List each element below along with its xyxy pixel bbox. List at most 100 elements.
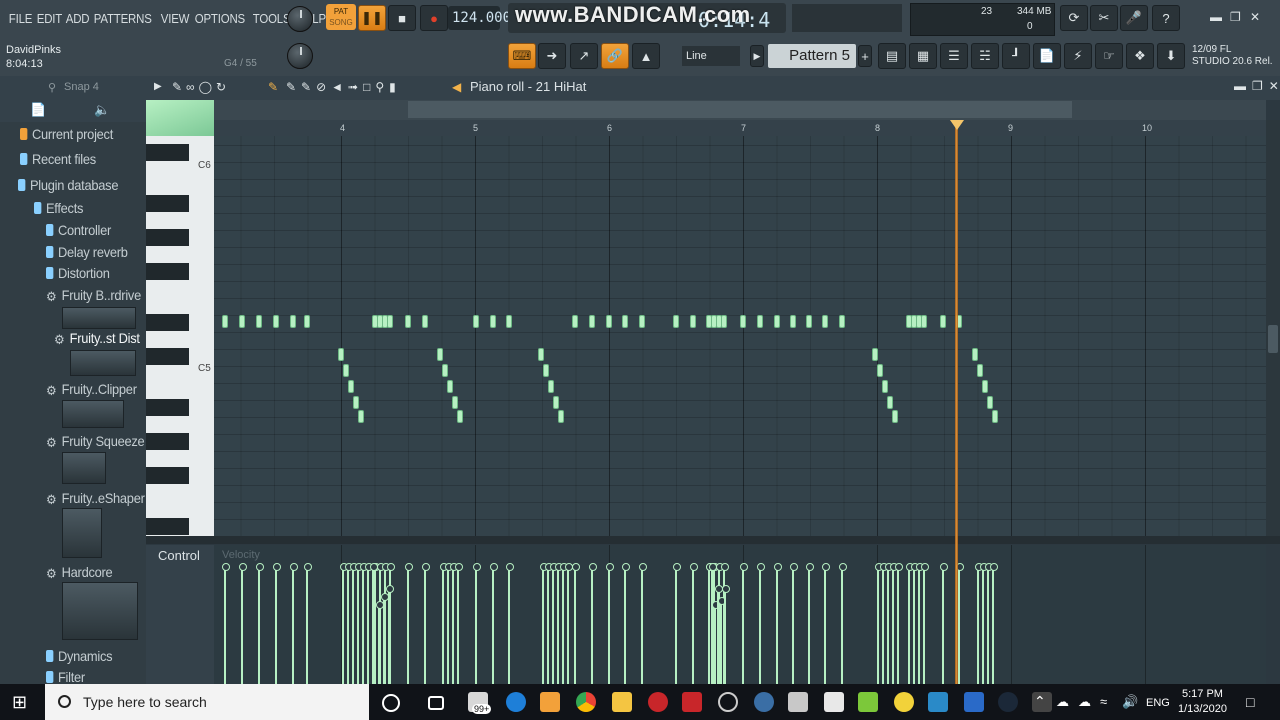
record-button[interactable]: ● — [420, 5, 448, 31]
velocity-bar[interactable] — [956, 563, 964, 684]
taskbar-search-input[interactable]: Type here to search — [45, 684, 369, 720]
mic-button[interactable]: 🎤 — [1120, 5, 1148, 31]
task-view-icon[interactable] — [428, 696, 444, 710]
touch-controller-button[interactable]: ☞ — [1095, 43, 1123, 69]
piano-roll-menu-icon[interactable]: ▶ — [154, 81, 162, 92]
note[interactable] — [239, 315, 245, 328]
velocity-bar[interactable] — [985, 563, 993, 684]
search-icon[interactable]: ⚲ — [48, 81, 56, 94]
step-edit-button[interactable]: ➜ — [538, 43, 566, 69]
menu-view[interactable]: VIEW — [159, 11, 191, 26]
scrollbar-thumb[interactable] — [1268, 325, 1278, 353]
mcafee-icon[interactable] — [682, 692, 702, 712]
black-key[interactable] — [146, 195, 189, 212]
plugin-picker-button[interactable]: ⚡ — [1064, 43, 1092, 69]
note[interactable] — [872, 348, 878, 361]
file-icon[interactable]: 📄 — [30, 102, 46, 118]
download-button[interactable]: ⬇ — [1157, 43, 1185, 69]
velocity-bar[interactable] — [445, 563, 453, 684]
velocity-bar[interactable] — [822, 563, 830, 684]
menu-edit[interactable]: EDIT — [35, 11, 64, 26]
browser-item[interactable]: Recent files — [20, 151, 149, 167]
note[interactable] — [806, 315, 812, 328]
notes-button[interactable]: 📄 — [1033, 43, 1061, 69]
cloud-icon[interactable]: ☁ — [1056, 694, 1069, 710]
velocity-bar[interactable] — [422, 563, 430, 684]
bird-app-icon[interactable] — [928, 692, 948, 712]
menu-add[interactable]: ADD — [64, 11, 91, 26]
velocity-bar[interactable] — [839, 563, 847, 684]
note[interactable] — [673, 315, 679, 328]
tempo-display[interactable]: 124.000 — [448, 6, 511, 30]
vertical-scrollbar[interactable] — [1266, 120, 1280, 536]
wifi-icon[interactable]: ≈ — [1100, 694, 1107, 709]
window-app-icon[interactable] — [964, 692, 984, 712]
velocity-bar[interactable] — [540, 563, 548, 684]
menu-patterns[interactable]: PATTERNS — [92, 11, 153, 26]
store-icon[interactable] — [824, 692, 844, 712]
velocity-bar[interactable] — [622, 563, 630, 684]
velocity-bar[interactable] — [980, 563, 988, 684]
note[interactable] — [543, 364, 549, 377]
note[interactable] — [892, 410, 898, 423]
piano-keyboard[interactable] — [146, 136, 214, 536]
black-key[interactable] — [146, 348, 189, 365]
language-indicator[interactable]: ENG — [1146, 697, 1170, 709]
cortana-icon[interactable] — [382, 694, 400, 712]
note[interactable] — [839, 315, 845, 328]
velocity-bar[interactable] — [911, 563, 919, 684]
browser-snap-label[interactable]: Snap 4 — [64, 81, 99, 93]
piano-roll-tools[interactable]: ✎∞◯↻ — [172, 80, 230, 94]
velocity-bar[interactable] — [440, 563, 448, 684]
velocity-bar[interactable] — [360, 563, 368, 684]
note[interactable] — [774, 315, 780, 328]
velocity-bar[interactable] — [690, 563, 698, 684]
note[interactable] — [972, 348, 978, 361]
steam-like-icon[interactable] — [718, 692, 738, 712]
menu-file[interactable]: FILE — [7, 11, 34, 26]
black-key[interactable] — [146, 467, 189, 484]
note[interactable] — [506, 315, 512, 328]
mixer-button[interactable]: ☵ — [971, 43, 999, 69]
note[interactable] — [877, 364, 883, 377]
overview-scroll-window[interactable] — [408, 101, 1072, 118]
snap-selector[interactable]: Line — [682, 46, 740, 66]
velocity-bar[interactable] — [304, 563, 312, 684]
velocity-bar[interactable] — [256, 563, 264, 684]
close-icon[interactable]: ✕ — [1250, 10, 1260, 24]
chevron-up-icon[interactable]: ⌃ — [1034, 693, 1046, 710]
plugin-thumbnail[interactable] — [62, 508, 102, 558]
note[interactable] — [457, 410, 463, 423]
add-pattern-button[interactable]: + — [858, 45, 872, 67]
velocity-bar[interactable] — [916, 563, 924, 684]
note[interactable] — [992, 410, 998, 423]
note[interactable] — [353, 396, 359, 409]
note[interactable] — [447, 380, 453, 393]
velocity-bar[interactable] — [722, 585, 730, 684]
note[interactable] — [721, 315, 727, 328]
minimize-icon[interactable]: ▬ — [1210, 10, 1222, 24]
note[interactable] — [304, 315, 310, 328]
note[interactable] — [882, 380, 888, 393]
black-key[interactable] — [146, 263, 189, 280]
velocity-bar[interactable] — [806, 563, 814, 684]
note[interactable] — [387, 315, 393, 328]
fl-studio-icon[interactable] — [540, 692, 560, 712]
playlist-button[interactable]: ▤ — [878, 43, 906, 69]
velocity-bar[interactable] — [350, 563, 358, 684]
piano-roll-button[interactable]: ▦ — [909, 43, 937, 69]
recorder-icon[interactable] — [648, 692, 668, 712]
edit-tools-icons[interactable]: ✎✎⊘◄➟□⚲▮ — [286, 80, 401, 94]
draw-tool-icon[interactable]: ✎ — [268, 80, 282, 94]
velocity-bar[interactable] — [740, 563, 748, 684]
browser-item[interactable]: Plugin database — [18, 177, 147, 193]
volume-icon[interactable]: 🔊 — [1122, 694, 1138, 710]
note[interactable] — [437, 348, 443, 361]
notifications-icon[interactable]: □ — [1246, 694, 1254, 710]
note[interactable] — [940, 315, 946, 328]
palm-icon[interactable] — [858, 692, 878, 712]
velocity-bar[interactable] — [940, 563, 948, 684]
note[interactable] — [348, 380, 354, 393]
link-button[interactable]: 🔗 — [601, 43, 629, 69]
help-button[interactable]: ? — [1152, 5, 1180, 31]
